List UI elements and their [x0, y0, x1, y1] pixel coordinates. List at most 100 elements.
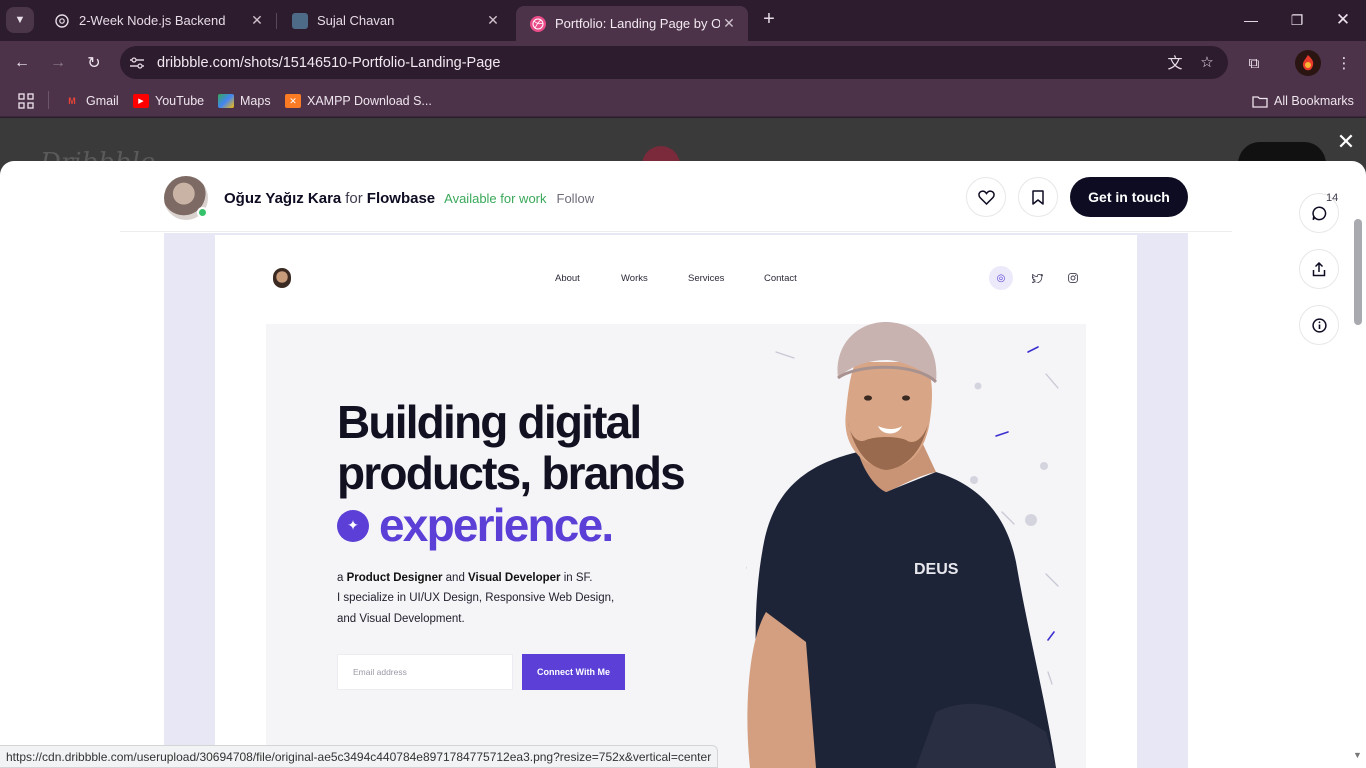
design-email-field: Email address [337, 654, 513, 690]
close-window-button[interactable]: ✕ [1320, 0, 1366, 40]
bookmark-maps[interactable]: Maps [218, 92, 271, 110]
headline-line-2: products, brands [337, 447, 686, 499]
reload-button[interactable]: ↻ [80, 49, 108, 77]
forward-button[interactable]: → [44, 49, 72, 77]
design-nav-contact: Contact [764, 273, 797, 284]
reload-icon: ↻ [87, 55, 101, 72]
scroll-down-arrow[interactable]: ▼ [1353, 750, 1362, 760]
tab-search-button[interactable]: ▼ [6, 7, 34, 33]
back-button[interactable]: ← [8, 49, 36, 77]
availability-link[interactable]: Available for work [444, 191, 546, 206]
bookmark-youtube[interactable]: ▶ YouTube [133, 92, 204, 110]
design-nav-works: Works [621, 273, 648, 284]
bookmark-label: YouTube [155, 94, 205, 108]
shot-modal: Oğuz Yağız Kara for Flowbase Available f… [0, 161, 1366, 768]
bookmark-gmail[interactable]: M Gmail [64, 92, 119, 110]
arrow-left-icon: ← [14, 54, 30, 71]
bookmarks-divider [48, 91, 49, 109]
tab-sujal-chavan[interactable]: Sujal Chavan ✕ [278, 6, 512, 35]
for-label: for [345, 189, 363, 207]
bookmark-label: XAMPP Download S... [307, 94, 432, 108]
design-nav-about: About [555, 273, 580, 284]
apps-grid-icon[interactable] [18, 92, 34, 110]
profile-avatar[interactable] [1295, 50, 1321, 76]
menu-kebab-icon[interactable]: ⋮ [1331, 50, 1357, 76]
share-icon [1312, 261, 1326, 276]
share-button[interactable] [1299, 249, 1339, 289]
tab-title: Portfolio: Landing Page by Oğuz [555, 16, 720, 31]
like-button[interactable] [966, 177, 1006, 217]
subtitle-text: and [442, 572, 469, 584]
maps-icon [218, 94, 234, 108]
subtitle-text: in SF. [560, 572, 593, 584]
chevron-down-icon: ▼ [14, 14, 26, 26]
url-text: dribbble.com/shots/15146510-Portfolio-La… [157, 54, 501, 71]
author-avatar[interactable] [164, 176, 208, 220]
link-hover-status: https://cdn.dribbble.com/userupload/3069… [0, 745, 719, 768]
site-info-icon[interactable] [124, 50, 150, 76]
tab-strip: ▼ 2-Week Node.js Backend ✕ Sujal Chavan … [0, 0, 1366, 41]
dribbble-icon [530, 15, 546, 32]
save-button[interactable] [1018, 177, 1058, 217]
chatgpt-icon [54, 13, 70, 29]
bookmark-label: Gmail [86, 94, 119, 108]
close-tab-icon[interactable]: ✕ [248, 12, 266, 29]
design-subtitle-line-2: I specialize in UI/UX Design, Responsive… [337, 592, 615, 604]
browser-toolbar: ← → ↻ dribbble.com/shots/15146510-Portfo… [0, 41, 1366, 84]
portrait-photo: DEUS [746, 322, 1059, 768]
design-headline: Building digital products, brands [337, 396, 686, 499]
headline-accent-word: experience. [379, 499, 614, 551]
instagram-icon [1061, 266, 1085, 290]
subtitle-text: a [337, 572, 347, 584]
team-name[interactable]: Flowbase [367, 190, 435, 207]
comment-icon [1311, 205, 1326, 220]
new-tab-button[interactable]: + [758, 9, 780, 31]
design-hero-section: Building digital products, brands ✦ expe… [266, 322, 1086, 768]
arrow-right-icon: → [50, 54, 66, 71]
translate-icon[interactable]: 文 [1164, 51, 1186, 73]
close-modal-icon[interactable]: ✕ [1333, 129, 1359, 155]
shot-image[interactable]: About Works Services Contact ◎ Building … [215, 235, 1137, 768]
design-subtitle-line-1: a Product Designer and Visual Developer … [337, 572, 592, 584]
subtitle-role-1: Product Designer [346, 572, 443, 584]
info-icon [1311, 317, 1327, 333]
bookmark-label: Maps [240, 94, 271, 108]
author-name[interactable]: Oğuz Yağız Kara [224, 190, 341, 207]
tab-separator [276, 13, 277, 29]
tab-title: Sujal Chavan [317, 13, 395, 28]
gmail-icon: M [68, 96, 76, 106]
get-in-touch-button[interactable]: Get in touch [1070, 177, 1188, 217]
folder-icon [1252, 94, 1268, 108]
subtitle-role-2: Visual Developer [468, 572, 561, 584]
headline-line-1: Building digital [337, 396, 642, 448]
modal-scrollbar[interactable] [1354, 219, 1362, 325]
magic-wand-icon: ✦ [337, 509, 369, 542]
shirt-print: DEUS [914, 561, 959, 578]
design-subtitle-line-3: and Visual Development. [337, 613, 465, 625]
tab-node-backend[interactable]: 2-Week Node.js Backend ✕ [40, 6, 276, 35]
all-bookmarks-label: All Bookmarks [1274, 94, 1354, 108]
bookmark-star-icon[interactable]: ☆ [1196, 51, 1218, 73]
shot-author-bar: Oğuz Yağız Kara for Flowbase Available f… [164, 176, 595, 220]
headline-accent: ✦ experience. [337, 499, 614, 551]
youtube-icon: ▶ [133, 94, 149, 108]
tab-title: 2-Week Node.js Backend [79, 13, 226, 28]
details-button[interactable] [1299, 305, 1339, 345]
design-logo-avatar [273, 268, 291, 288]
tab-portfolio-landing[interactable]: Portfolio: Landing Page by Oğuz ✕ [516, 6, 748, 41]
minimize-button[interactable]: — [1228, 0, 1274, 40]
extensions-icon[interactable]: ⧉ [1241, 50, 1267, 76]
all-bookmarks-folder[interactable]: All Bookmarks [1252, 92, 1354, 110]
follow-button[interactable]: Follow [557, 191, 595, 206]
comment-count: 14 [1326, 192, 1339, 204]
bookmark-xampp[interactable]: ✕ XAMPP Download S... [285, 92, 432, 110]
address-bar[interactable]: dribbble.com/shots/15146510-Portfolio-La… [120, 46, 1228, 79]
restore-button[interactable]: ❐ [1274, 0, 1320, 40]
bookmark-icon [1032, 189, 1044, 205]
close-tab-icon[interactable]: ✕ [720, 15, 738, 32]
close-tab-icon[interactable]: ✕ [484, 12, 502, 29]
heart-icon [977, 189, 995, 205]
profile-photo-icon [292, 12, 308, 29]
design-connect-button: Connect With Me [522, 654, 625, 690]
dribbble-icon: ◎ [989, 266, 1013, 290]
